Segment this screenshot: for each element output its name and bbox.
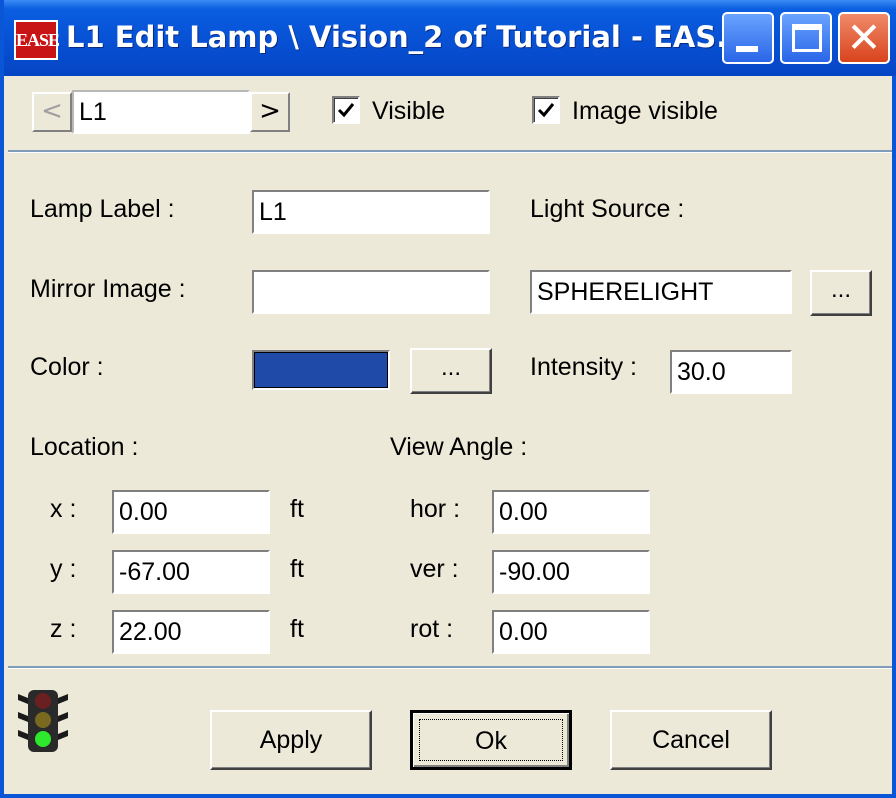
light-source-caption: Light Source : — [530, 195, 685, 223]
z-unit: ft — [290, 615, 304, 643]
image-visible-checkbox[interactable] — [532, 96, 560, 124]
color-caption: Color : — [30, 353, 104, 381]
maximize-icon — [792, 24, 822, 52]
mirror-image-input[interactable] — [252, 270, 490, 314]
minimize-button[interactable] — [722, 12, 774, 64]
x-label: x : — [50, 495, 77, 523]
lamp-selector-field[interactable]: L1 — [72, 90, 250, 134]
y-label: y : — [50, 555, 77, 583]
intensity-caption: Intensity : — [530, 353, 637, 381]
ver-label: ver : — [410, 555, 459, 583]
x-input[interactable]: 0.00 — [112, 490, 270, 534]
z-input[interactable]: 22.00 — [112, 610, 270, 654]
view-angle-caption: View Angle : — [390, 433, 528, 461]
visible-label: Visible — [372, 97, 446, 125]
y-unit: ft — [290, 555, 304, 583]
edit-lamp-dialog: EASE L1 Edit Lamp \ Vision_2 of Tutorial… — [0, 0, 896, 798]
rot-input[interactable]: 0.00 — [492, 610, 650, 654]
checkmark-icon — [337, 103, 355, 118]
color-swatch[interactable] — [252, 350, 390, 390]
apply-button[interactable]: Apply — [210, 710, 372, 770]
next-lamp-button[interactable]: > — [250, 92, 290, 132]
hor-label: hor : — [410, 495, 461, 523]
separator — [8, 666, 892, 669]
ok-button[interactable]: Ok — [410, 710, 572, 770]
rot-label: rot : — [410, 615, 454, 643]
previous-lamp-button[interactable]: < — [32, 92, 72, 132]
mirror-image-caption: Mirror Image : — [30, 275, 186, 303]
checkmark-icon — [537, 103, 555, 118]
lamp-label-caption: Lamp Label : — [30, 195, 175, 223]
lamp-label-input[interactable]: L1 — [252, 190, 490, 234]
ease-app-icon[interactable]: EASE — [14, 20, 60, 60]
location-caption: Location : — [30, 433, 139, 461]
y-input[interactable]: -67.00 — [112, 550, 270, 594]
title-bar[interactable]: EASE L1 Edit Lamp \ Vision_2 of Tutorial… — [4, 0, 896, 76]
light-source-input[interactable]: SPHERELIGHT — [530, 270, 792, 314]
ver-input[interactable]: -90.00 — [492, 550, 650, 594]
visible-checkbox[interactable] — [332, 96, 360, 124]
traffic-light-icon — [18, 690, 68, 752]
cancel-button[interactable]: Cancel — [610, 710, 772, 770]
window-title: L1 Edit Lamp \ Vision_2 of Tutorial - EA… — [66, 20, 750, 54]
x-unit: ft — [290, 495, 304, 523]
image-visible-label: Image visible — [572, 97, 718, 125]
color-browse-button[interactable]: ... — [410, 348, 492, 394]
color-swatch-fill — [254, 352, 388, 388]
maximize-button[interactable] — [780, 12, 832, 64]
intensity-input[interactable]: 30.0 — [670, 350, 792, 394]
light-source-browse-button[interactable]: ... — [810, 270, 872, 316]
close-button[interactable]: ✕ — [838, 12, 890, 64]
separator — [8, 150, 892, 153]
z-label: z : — [50, 615, 77, 643]
close-icon: ✕ — [846, 13, 882, 62]
minimize-icon — [736, 46, 758, 52]
hor-input[interactable]: 0.00 — [492, 490, 650, 534]
focus-rectangle — [419, 719, 563, 761]
